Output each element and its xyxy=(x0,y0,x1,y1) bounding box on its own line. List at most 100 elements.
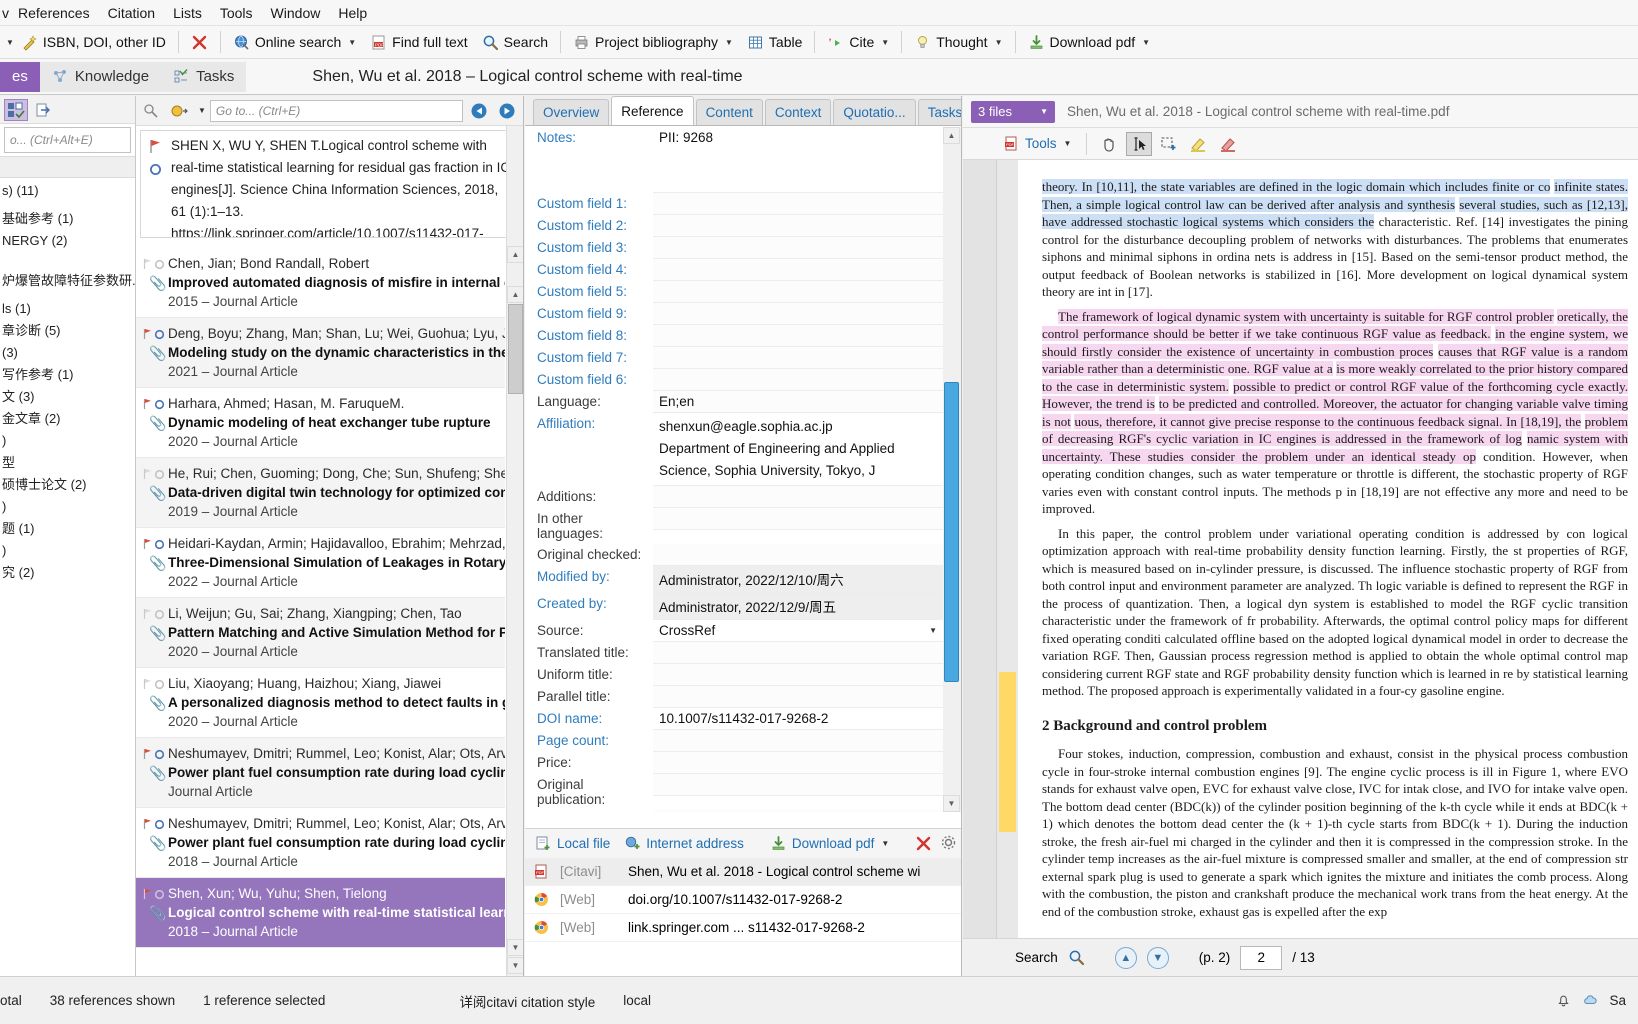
read-state-icon[interactable] xyxy=(154,396,165,415)
pdf-yellow-marker[interactable] xyxy=(999,672,1016,832)
cite-button[interactable]: ’ Cite ▼ xyxy=(820,29,896,56)
field-value[interactable] xyxy=(653,664,943,686)
read-state-icon[interactable] xyxy=(154,326,165,345)
field-value[interactable] xyxy=(653,215,943,237)
sidebar-item-11[interactable]: (3) xyxy=(0,342,135,364)
read-state-icon[interactable] xyxy=(154,816,165,835)
pdf-select-tool-button[interactable] xyxy=(1126,131,1153,156)
goto-input[interactable]: Go to... (Ctrl+E) xyxy=(209,99,463,122)
field-value[interactable] xyxy=(653,325,943,347)
find-full-text-button[interactable]: PDF Find full text xyxy=(363,29,474,56)
files-dropdown[interactable]: 3 files ▼ xyxy=(971,100,1055,123)
read-state-icon[interactable] xyxy=(154,606,165,625)
field-translated-title[interactable]: Translated title: xyxy=(525,642,943,664)
attachment-row-web-2[interactable]: [Web] link.springer.com ... s11432-017-9… xyxy=(525,914,961,942)
field-custom-9[interactable]: Custom field 9: xyxy=(525,303,943,325)
sidebar-item-9[interactable]: ls (1) xyxy=(0,298,135,320)
list-item[interactable]: 📎 Harhara, Ahmed; Hasan, M. FaruqueM. Dy… xyxy=(136,388,505,458)
pdf-hand-tool-button[interactable] xyxy=(1096,132,1122,156)
list-item[interactable]: 📎 Liu, Xiaoyang; Huang, Haizhou; Xiang, … xyxy=(136,668,505,738)
pdf-highlight-red-button[interactable] xyxy=(1216,132,1242,156)
field-modified-by[interactable]: Modified by: Administrator, 2022/12/10/周… xyxy=(525,566,943,593)
bell-icon[interactable] xyxy=(1555,992,1572,1009)
pdf-snapshot-tool-button[interactable] xyxy=(1156,132,1182,156)
files-chip-caret-icon[interactable]: ▼ xyxy=(1040,107,1048,116)
attachment-row-web-1[interactable]: [Web] doi.org/10.1007/s11432-017-9268-2 xyxy=(525,886,961,914)
field-value[interactable] xyxy=(653,730,943,752)
sync-cloud-icon[interactable] xyxy=(1582,992,1599,1009)
online-search-button[interactable]: Online search ▼ xyxy=(226,29,363,56)
goto-next-button[interactable] xyxy=(495,100,519,122)
read-state-icon[interactable] xyxy=(154,536,165,555)
menu-lists[interactable]: Lists xyxy=(164,2,211,24)
tab-tasks-locations[interactable]: Tasks &l... xyxy=(917,99,961,125)
thought-caret-icon[interactable]: ▼ xyxy=(995,38,1003,47)
reference-filter-button[interactable] xyxy=(140,100,164,122)
field-additions[interactable]: Additions: xyxy=(525,486,943,508)
field-custom-7[interactable]: Custom field 7: xyxy=(525,347,943,369)
flag-icon[interactable] xyxy=(143,886,153,905)
read-state-icon[interactable] xyxy=(154,676,165,695)
reflist-scroll-up-icon[interactable]: ▲ xyxy=(507,246,523,263)
field-value[interactable] xyxy=(653,281,943,303)
field-doi-name[interactable]: DOI name: 10.1007/s11432-017-9268-2 xyxy=(525,708,943,730)
field-value[interactable] xyxy=(653,303,943,325)
sidebar-item-19[interactable]: 题 (1) xyxy=(0,518,135,540)
field-custom-6[interactable]: Custom field 6: xyxy=(525,369,943,391)
field-custom-4[interactable]: Custom field 4: xyxy=(525,259,943,281)
pdf-tools-caret-icon[interactable]: ▼ xyxy=(1064,139,1072,148)
flag-icon[interactable] xyxy=(143,746,153,765)
field-parallel-title[interactable]: Parallel title: xyxy=(525,686,943,708)
pdf-next-page-button[interactable]: ▼ xyxy=(1146,946,1169,969)
reference-sort-caret-icon[interactable]: ▼ xyxy=(198,106,206,115)
flag-icon[interactable] xyxy=(143,606,153,625)
list-item[interactable]: 📎 He, Rui; Chen, Guoming; Dong, Che; Sun… xyxy=(136,458,505,528)
field-custom-3[interactable]: Custom field 3: xyxy=(525,237,943,259)
list-item[interactable]: 📎 Neshumayev, Dmitri; Rummel, Leo; Konis… xyxy=(136,808,505,878)
sidebar-item-0[interactable]: s) (11) xyxy=(0,180,135,202)
sidebar-categories-button[interactable] xyxy=(4,98,28,121)
attach-delete-button[interactable] xyxy=(909,832,938,855)
field-in-other-languages[interactable]: In other languages: xyxy=(525,508,943,544)
flag-icon[interactable] xyxy=(143,396,153,415)
flag-icon[interactable] xyxy=(143,676,153,695)
field-custom-2[interactable]: Custom field 2: xyxy=(525,215,943,237)
list-item[interactable]: 📎 Li, Weijun; Gu, Sai; Zhang, Xiangping;… xyxy=(136,598,505,668)
sidebar-item-20[interactable]: ) xyxy=(0,540,135,562)
thought-button[interactable]: Thought ▼ xyxy=(907,29,1009,56)
field-value[interactable] xyxy=(653,369,943,391)
reflist-scroll-down-icon[interactable]: ▼ xyxy=(507,939,523,956)
flag-icon[interactable] xyxy=(143,536,153,555)
field-created-by[interactable]: Created by: Administrator, 2022/12/9/周五 xyxy=(525,593,943,620)
search-icon[interactable] xyxy=(1068,949,1085,966)
field-translator[interactable]: Translator: xyxy=(525,810,943,812)
field-value[interactable] xyxy=(653,193,943,215)
pdf-page-input[interactable]: 2 xyxy=(1240,945,1283,970)
read-state-icon[interactable] xyxy=(154,746,165,765)
sidebar-item-15[interactable]: ) xyxy=(0,430,135,452)
detail-scrollbar[interactable]: ▲ ▼ xyxy=(943,127,961,812)
table-button[interactable]: Table xyxy=(740,29,809,56)
list-item[interactable]: 📎 Neshumayev, Dmitri; Rummel, Leo; Konis… xyxy=(136,738,505,808)
field-page-count[interactable]: Page count: xyxy=(525,730,943,752)
reference-sort-button[interactable] xyxy=(168,100,192,122)
attach-download-caret-icon[interactable]: ▼ xyxy=(881,839,889,848)
field-value[interactable] xyxy=(653,752,943,774)
tab-overview[interactable]: Overview xyxy=(533,99,610,125)
cite-caret-icon[interactable]: ▼ xyxy=(881,38,889,47)
project-bibliography-caret-icon[interactable]: ▼ xyxy=(725,38,733,47)
local-file-button[interactable]: Local file xyxy=(529,832,616,855)
flag-icon[interactable] xyxy=(143,466,153,485)
pdf-highlight-yellow-button[interactable] xyxy=(1186,132,1212,156)
delete-button[interactable] xyxy=(184,29,215,56)
tab-knowledge[interactable]: Knowledge xyxy=(40,62,161,92)
reflist-scroll-end-icon[interactable]: ▼ xyxy=(507,957,523,974)
flag-icon[interactable] xyxy=(143,256,153,275)
tab-reference[interactable]: Reference xyxy=(611,96,694,125)
field-language[interactable]: Language: En;en xyxy=(525,391,943,413)
source-dropdown-caret-icon[interactable]: ▼ xyxy=(929,626,937,635)
reference-list-scrollbar[interactable]: ▲ ▲ ▼ ▼ xyxy=(506,126,523,976)
menu-citation[interactable]: Citation xyxy=(99,2,164,24)
field-value[interactable] xyxy=(653,642,943,664)
attach-download-pdf-button[interactable]: Download pdf ▼ xyxy=(764,832,895,855)
